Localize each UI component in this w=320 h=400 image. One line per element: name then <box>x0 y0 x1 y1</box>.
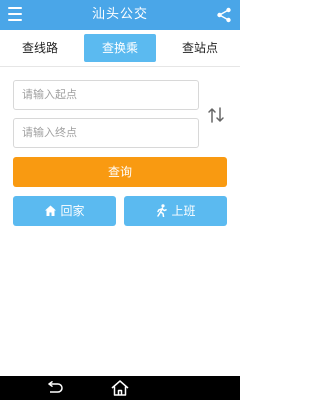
back-icon[interactable] <box>44 381 64 395</box>
swap-icon[interactable] <box>205 104 227 126</box>
end-input[interactable]: 请输入终点 <box>13 118 199 148</box>
home-icon <box>45 205 57 216</box>
share-icon[interactable] <box>216 7 232 23</box>
query-button[interactable]: 查询 <box>13 157 227 187</box>
app-bar: 汕头公交 <box>0 0 240 30</box>
app-title: 汕头公交 <box>91 7 148 22</box>
go-home-button[interactable]: 回家 <box>13 196 116 226</box>
tab-lines[interactable]: 查线路 <box>0 34 80 62</box>
tab-transfer[interactable]: 查换乘 <box>84 34 156 62</box>
android-home-icon[interactable] <box>110 379 130 397</box>
start-input[interactable]: 请输入起点 <box>13 80 199 110</box>
tab-bar: 查线路 查换乘 查站点 <box>0 30 240 67</box>
go-home-label: 回家 <box>60 204 85 218</box>
go-to-work-button[interactable]: 上班 <box>124 196 227 226</box>
walk-icon <box>157 203 168 217</box>
go-to-work-label: 上班 <box>171 204 196 218</box>
tab-stations[interactable]: 查站点 <box>160 34 240 62</box>
system-nav-bar <box>0 376 240 400</box>
